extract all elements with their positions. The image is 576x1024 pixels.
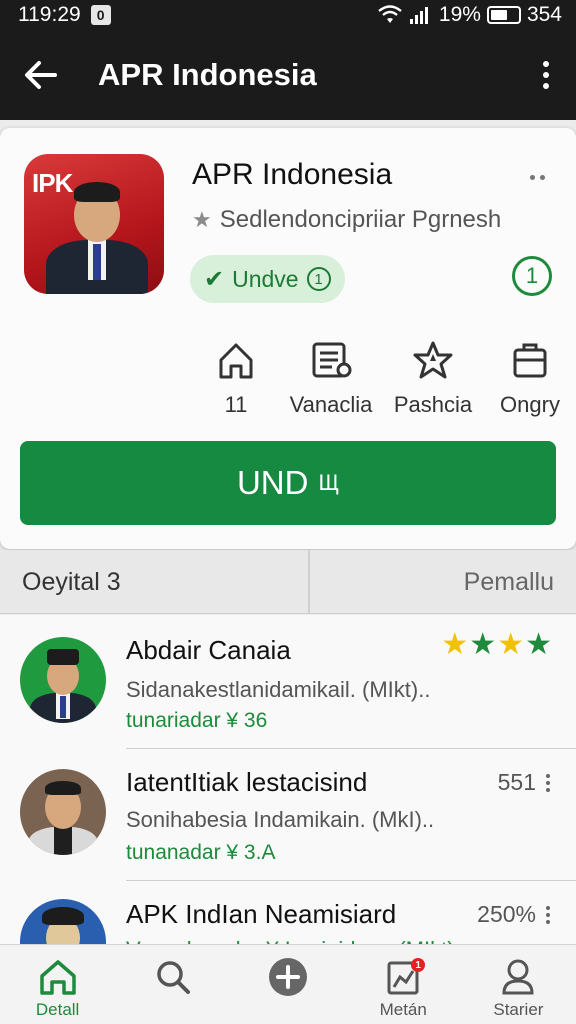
more-vert-icon[interactable] [546,905,550,924]
item-title: Abdair Canaia [126,635,291,665]
more-vert-icon [543,61,549,89]
card-more-icon[interactable] [530,175,545,180]
badge-count: 1 [306,267,331,291]
nav-home-label: Detall [35,1000,80,1019]
status-time: 119:29 [18,3,81,26]
star-icon: ★ [525,628,552,661]
item-right-value-text: 551 [497,769,536,795]
install-button-label: UND [236,464,309,501]
status-badge[interactable]: ✔ Undve 1 [190,255,345,303]
nav-profile[interactable]: Starier [461,945,576,1024]
page-title: APR Indonesia [98,57,317,92]
app-subtitle: ★ Sedlendoncipriiar Pgrnesh [192,206,501,234]
search-icon [157,961,190,994]
item-title: APK IndIan Neamisiard [126,899,397,929]
status-right: 19% 354 [377,3,562,27]
app-subtitle-text: Sedlendoncipriiar Pgrnesh [219,206,502,233]
status-bar: 119:29 0 19% 354 [0,0,576,30]
count-circle[interactable]: 1 [512,256,552,296]
nav-metrics[interactable]: 1 Metán [346,945,461,1024]
list-item[interactable]: APK IndIan Neamisiard Vanaclanadar ¥ Ima… [0,881,576,945]
briefcase-icon [513,343,547,378]
app-bar: APR Indonesia [0,30,576,120]
back-button[interactable] [0,30,80,120]
add-icon [269,958,307,996]
star-icon: ★ [192,207,212,232]
more-vert-icon[interactable] [546,773,550,792]
sim-icon: 0 [90,5,111,25]
badge-label: Undve [232,265,299,292]
item-meta: tunanadar ¥ 3.A [126,841,276,864]
nav-profile-label: Starier [493,1000,544,1019]
item-description: Sidanakestlanidamikail. (MIkt).. [126,677,431,702]
star-icon: ★ [469,628,497,661]
stat-home-label: 11 [224,392,248,417]
tab-more[interactable]: Pemallu [312,550,576,614]
overflow-menu-button[interactable] [516,30,576,120]
section-tabs: Oeyital 3 Pemallu [0,550,576,614]
stat-briefcase-label: Ongry [500,392,560,417]
app-detail-card: IPK APR Indonesia ★ Sedlendoncipriiar Pg… [0,128,576,549]
signal-icon [409,7,428,24]
list-item[interactable]: Abdair Canaia Sidanakestlanidamikail. (M… [0,615,576,749]
app-name: APR Indonesia [192,158,393,191]
presenter-figure [42,174,152,294]
item-right-value: 551 [498,769,550,796]
nav-home[interactable]: Detall [0,945,115,1024]
notification-badge: 1 [411,958,426,972]
document-icon [312,342,352,378]
home-icon [219,343,253,379]
wifi-icon [378,5,402,23]
battery-percent: 19% [438,3,481,26]
app-list: Abdair Canaia Sidanakestlanidamikail. (M… [0,615,576,945]
stat-document-label: Vanaclia [289,392,373,417]
nav-add[interactable] [230,945,345,1024]
battery-icon [486,6,521,24]
profile-icon [502,959,534,995]
app-icon[interactable]: IPK [24,154,164,294]
install-button-sub: Щ [318,470,340,495]
stat-document[interactable]: Vanaclia [281,340,381,418]
item-title: IatentItiak lestacisind [126,767,368,797]
arrow-left-icon [25,61,57,89]
item-meta: tunariadar ¥ 36 [126,709,268,732]
tab-digital[interactable]: Oeyital 3 [0,550,310,614]
stat-star-badge-label: Pashcia [393,392,473,417]
avatar [20,769,106,855]
status-extra: 354 [526,3,562,26]
list-item[interactable]: IatentItiak lestacisind Sonihabesia Inda… [0,749,576,881]
item-right-value-text: 250% [477,901,536,927]
nav-search[interactable] [115,945,230,1024]
avatar [20,637,106,723]
star-icon: ★ [497,628,525,661]
star-icon: ★ [441,628,469,661]
home-icon [39,960,76,995]
star-badge-icon [413,341,453,379]
item-description: Sonihabesia Indamikain. (MkI).. [126,807,435,832]
item-right-value: 250% [477,901,550,928]
rating-stars: ★ ★ ★ ★ [441,627,552,662]
stat-home[interactable]: 11 [186,340,286,418]
avatar [20,899,106,945]
install-button[interactable]: UND Щ [20,441,556,525]
stat-briefcase[interactable]: Ongry [480,340,576,418]
bottom-navigation: Detall 1 Metán Starier [0,944,576,1024]
stat-star-badge[interactable]: Pashcia [383,340,483,418]
nav-metrics-label: Metán [379,1000,427,1019]
check-icon: ✔ [204,265,225,293]
